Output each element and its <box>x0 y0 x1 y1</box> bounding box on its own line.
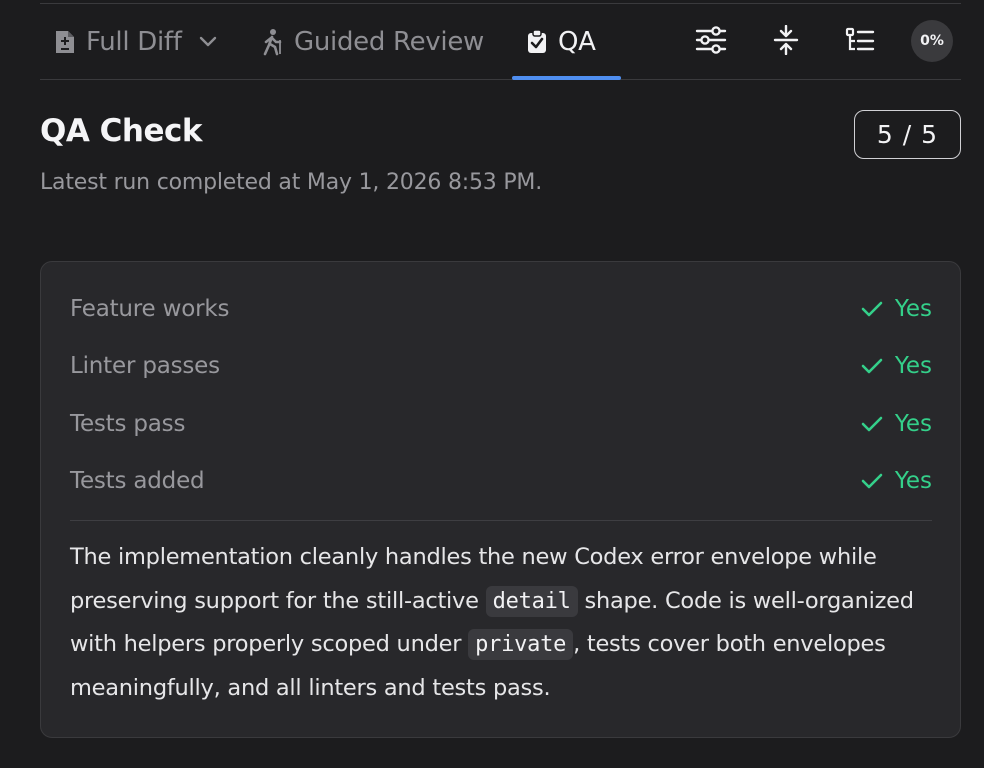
tab-bar: Full Diff Guided Review QA 0% <box>40 4 961 80</box>
check-label: Linter passes <box>70 353 220 379</box>
tab-label: Guided Review <box>294 27 484 57</box>
tab-label: QA <box>558 27 596 57</box>
file-tree-button[interactable] <box>842 24 878 60</box>
check-result: Yes <box>861 411 932 437</box>
check-row: Feature works Yes <box>70 289 932 329</box>
checkmark-icon <box>861 358 883 374</box>
check-result: Yes <box>861 468 932 494</box>
check-result: Yes <box>861 353 932 379</box>
check-row: Tests added Yes <box>70 461 932 501</box>
check-row: Linter passes Yes <box>70 346 932 386</box>
check-value: Yes <box>894 411 932 437</box>
file-diff-icon <box>54 29 76 55</box>
inline-code: private <box>468 629 574 660</box>
page-title: QA Check <box>40 113 202 149</box>
inline-code: detail <box>485 585 578 617</box>
run-timestamp: Latest run completed at May 1, 2026 8:53… <box>40 170 543 195</box>
score-badge: 5 / 5 <box>854 110 961 159</box>
tab-guided-review[interactable]: Guided Review <box>260 4 484 80</box>
qa-results-card: Feature works Yes Linter passes Yes Test… <box>40 261 961 738</box>
hiker-icon <box>260 28 284 56</box>
check-value: Yes <box>894 468 932 494</box>
checkmark-icon <box>861 301 883 317</box>
card-divider <box>70 520 932 521</box>
check-value: Yes <box>894 353 932 379</box>
checkmark-icon <box>861 473 883 489</box>
collapse-all-button[interactable] <box>768 24 804 60</box>
check-value: Yes <box>894 296 932 322</box>
check-result: Yes <box>861 296 932 322</box>
filter-settings-button[interactable] <box>693 24 729 60</box>
clipboard-check-icon <box>526 29 548 55</box>
check-row: Tests pass Yes <box>70 404 932 444</box>
sliders-icon <box>695 26 727 58</box>
review-progress-badge: 0% <box>911 20 953 62</box>
tab-qa[interactable]: QA <box>526 4 596 80</box>
collapse-vertical-icon <box>773 24 799 59</box>
check-label: Tests added <box>70 468 205 494</box>
qa-summary: The implementation cleanly handles the n… <box>70 536 940 710</box>
tab-full-diff[interactable]: Full Diff <box>54 4 218 80</box>
tab-label: Full Diff <box>86 27 182 57</box>
active-tab-indicator <box>512 76 621 80</box>
tree-list-icon <box>845 27 875 57</box>
checkmark-icon <box>861 416 883 432</box>
chevron-down-icon[interactable] <box>198 36 218 48</box>
check-label: Feature works <box>70 296 230 322</box>
check-label: Tests pass <box>70 411 186 437</box>
